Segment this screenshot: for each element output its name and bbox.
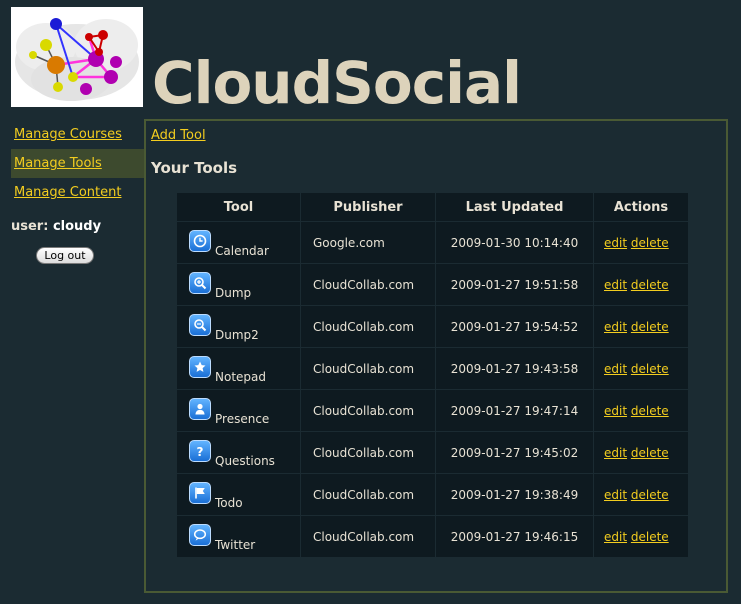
edit-link[interactable]: edit [604,362,627,376]
star-icon [189,355,211,378]
app-title: CloudSocial [152,49,522,117]
table-row: Presence CloudCollab.com 2009-01-27 19:47:… [177,390,688,431]
publisher-cell: Google.com [301,222,435,263]
magnifier-plus-icon [189,271,211,294]
clock-icon [189,229,211,252]
table-row: Twitter CloudCollab.com 2009-01-27 19:46:1… [177,516,688,557]
table-row: Todo CloudCollab.com 2009-01-27 19:38:49 ed… [177,474,688,515]
actions-cell: edit delete [594,390,688,431]
person-icon [189,397,211,420]
edit-link[interactable]: edit [604,404,627,418]
tool-cell: Presence [177,390,300,431]
magnifier-minus-icon [189,313,211,336]
last-updated-cell: 2009-01-27 19:38:49 [436,474,593,515]
publisher-cell: CloudCollab.com [301,306,435,347]
edit-link[interactable]: edit [604,320,627,334]
section-title: Your Tools [151,159,238,177]
actions-cell: edit delete [594,264,688,305]
tool-name: Questions [215,453,275,468]
delete-link[interactable]: delete [631,404,669,418]
actions-cell: edit delete [594,516,688,557]
actions-cell: edit delete [594,222,688,263]
edit-link[interactable]: edit [604,530,627,544]
app-logo [11,7,143,107]
speech-bubble-icon [189,523,211,546]
publisher-cell: CloudCollab.com [301,432,435,473]
actions-cell: edit delete [594,474,688,515]
last-updated-cell: 2009-01-27 19:46:15 [436,516,593,557]
last-updated-cell: 2009-01-27 19:51:58 [436,264,593,305]
add-tool-link[interactable]: Add Tool [151,128,206,143]
delete-link[interactable]: delete [631,446,669,460]
actions-cell: edit delete [594,306,688,347]
last-updated-cell: 2009-01-27 19:54:52 [436,306,593,347]
table-row: Notepad CloudCollab.com 2009-01-27 19:43:5… [177,348,688,389]
tool-name: Presence [215,411,270,426]
tool-cell: ? Questions [177,432,300,473]
publisher-cell: CloudCollab.com [301,264,435,305]
tools-table: Tool Publisher Last Updated Actions Cale… [176,192,689,558]
tool-cell: Todo [177,474,300,515]
user-info: user: cloudy [11,219,101,234]
table-row: Dump CloudCollab.com 2009-01-27 19:51:58 ed… [177,264,688,305]
last-updated-cell: 2009-01-27 19:43:58 [436,348,593,389]
publisher-cell: CloudCollab.com [301,474,435,515]
tool-name: Calendar [215,243,269,258]
tool-name: Notepad [215,369,266,384]
svg-text:?: ? [197,445,204,458]
tool-name: Todo [215,495,243,510]
last-updated-cell: 2009-01-27 19:47:14 [436,390,593,431]
table-row: Calendar Google.com 2009-01-30 10:14:40 edi… [177,222,688,263]
delete-link[interactable]: delete [631,530,669,544]
delete-link[interactable]: delete [631,278,669,292]
flag-icon [189,481,211,504]
delete-link[interactable]: delete [631,488,669,502]
tool-cell: Calendar [177,222,300,263]
sidebar-nav: Manage Courses Manage Tools Manage Conte… [11,120,144,207]
sidebar-item-manage-tools[interactable]: Manage Tools [11,149,144,178]
delete-link[interactable]: delete [631,236,669,250]
last-updated-cell: 2009-01-27 19:45:02 [436,432,593,473]
delete-link[interactable]: delete [631,362,669,376]
header-tool: Tool [177,193,300,221]
tool-cell: Notepad [177,348,300,389]
question-icon: ? [189,439,211,462]
edit-link[interactable]: edit [604,236,627,250]
publisher-cell: CloudCollab.com [301,390,435,431]
header-actions: Actions [594,193,688,221]
sidebar-item-manage-content[interactable]: Manage Content [11,178,144,207]
table-header-row: Tool Publisher Last Updated Actions [177,193,688,221]
edit-link[interactable]: edit [604,278,627,292]
actions-cell: edit delete [594,432,688,473]
edit-link[interactable]: edit [604,488,627,502]
tool-name: Dump [215,285,252,300]
main-panel: Add Tool Your Tools Tool Publisher Last … [144,119,728,593]
header-publisher: Publisher [301,193,435,221]
publisher-cell: CloudCollab.com [301,516,435,557]
header-last-updated: Last Updated [436,193,593,221]
tool-cell: Twitter [177,516,300,557]
user-label: user: [11,219,49,234]
tool-cell: Dump [177,264,300,305]
table-row: Dump2 CloudCollab.com 2009-01-27 19:54:52 e… [177,306,688,347]
username: cloudy [52,219,102,234]
sidebar-item-manage-courses[interactable]: Manage Courses [11,120,144,149]
tool-cell: Dump2 [177,306,300,347]
tool-name: Dump2 [215,327,259,342]
publisher-cell: CloudCollab.com [301,348,435,389]
molecule-logo-icon [15,18,139,101]
last-updated-cell: 2009-01-30 10:14:40 [436,222,593,263]
edit-link[interactable]: edit [604,446,627,460]
table-row: ? Questions CloudCollab.com 2009-01-27 19:4… [177,432,688,473]
logout-button[interactable]: Log out [36,247,94,264]
delete-link[interactable]: delete [631,320,669,334]
actions-cell: edit delete [594,348,688,389]
tool-name: Twitter [215,537,256,552]
